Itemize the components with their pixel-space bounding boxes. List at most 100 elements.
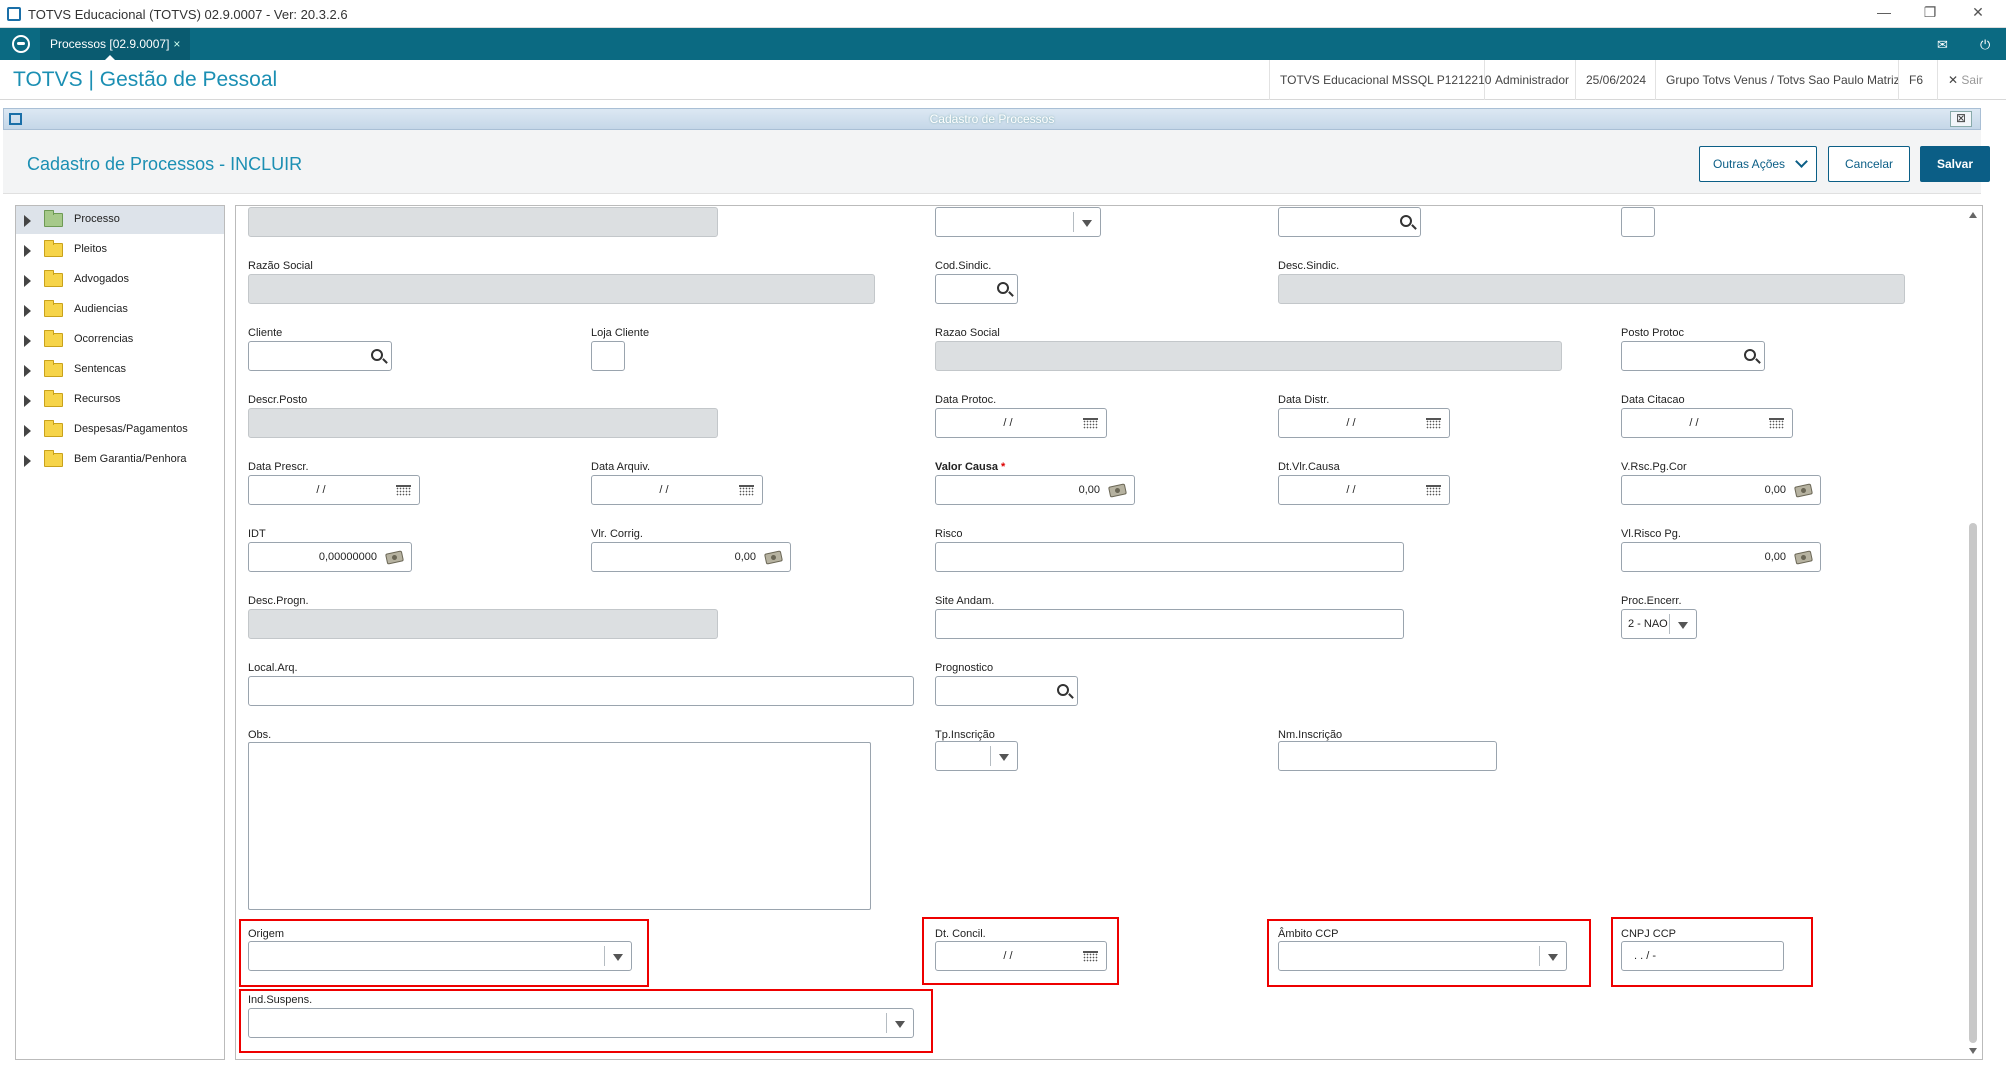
- money-icon[interactable]: [1108, 483, 1127, 498]
- search-icon[interactable]: [1744, 349, 1756, 361]
- posto-protoc-field[interactable]: [1621, 341, 1765, 371]
- vlr-corrig-field[interactable]: 0,00: [591, 542, 791, 572]
- f6-shortcut[interactable]: F6: [1898, 60, 1933, 100]
- expand-arrow-icon[interactable]: [24, 215, 31, 227]
- site-andam-field[interactable]: [935, 609, 1404, 639]
- dropdown-arrow-icon[interactable]: [895, 1021, 905, 1028]
- valor-causa-label: Valor Causa *: [935, 461, 1005, 473]
- data-prescr-field[interactable]: / /: [248, 475, 420, 505]
- money-icon[interactable]: [764, 550, 783, 565]
- cod-sindic-field[interactable]: [935, 274, 1018, 304]
- more-actions-label: Outras Ações: [1713, 157, 1786, 171]
- dropdown-arrow-icon[interactable]: [1082, 220, 1092, 227]
- expand-arrow-icon[interactable]: [24, 275, 31, 287]
- scroll-up-arrow-icon[interactable]: [1969, 212, 1977, 218]
- money-icon[interactable]: [1794, 483, 1813, 498]
- process-form-panel: Razão Social Cod.Sindic. Desc.Sindic. Cl…: [235, 205, 1983, 1060]
- expand-arrow-icon[interactable]: [24, 395, 31, 407]
- tab-close-icon[interactable]: ×: [173, 37, 180, 51]
- origem-select[interactable]: [248, 941, 632, 971]
- calendar-icon[interactable]: [1083, 951, 1098, 962]
- totvs-logo-icon[interactable]: [12, 35, 30, 53]
- ambito-ccp-select[interactable]: [1278, 941, 1567, 971]
- money-icon[interactable]: [1794, 550, 1813, 565]
- local-arq-field[interactable]: [248, 676, 914, 706]
- dropdown-arrow-icon[interactable]: [1548, 954, 1558, 961]
- tree-node-sentencas[interactable]: Sentencas: [16, 356, 224, 384]
- exit-button[interactable]: ✕ Sair: [1937, 60, 1993, 100]
- obs-textarea[interactable]: [248, 742, 871, 910]
- data-citacao-field[interactable]: / /: [1621, 408, 1793, 438]
- form-scrollbar[interactable]: [1967, 208, 1979, 1058]
- dt-vlr-causa-field[interactable]: / /: [1278, 475, 1450, 505]
- data-arquiv-field[interactable]: / /: [591, 475, 763, 505]
- dropdown-arrow-icon[interactable]: [1678, 622, 1688, 629]
- restore-button[interactable]: ❐: [1920, 4, 1940, 21]
- tree-node-ocorrencias[interactable]: Ocorrencias: [16, 326, 224, 354]
- expand-arrow-icon[interactable]: [24, 245, 31, 257]
- power-icon[interactable]: ⏻: [1980, 37, 1990, 53]
- prognostico-field[interactable]: [935, 676, 1078, 706]
- cancel-button[interactable]: Cancelar: [1828, 146, 1910, 182]
- valor-causa-field[interactable]: 0,00: [935, 475, 1135, 505]
- tree-node-bem-garantia-penhora[interactable]: Bem Garantia/Penhora: [16, 446, 224, 474]
- expand-arrow-icon[interactable]: [24, 305, 31, 317]
- tree-node-label: Recursos: [74, 393, 121, 405]
- calendar-icon[interactable]: [1769, 418, 1784, 429]
- small-field-top[interactable]: [1621, 207, 1655, 237]
- mail-icon[interactable]: ✉: [1937, 37, 1948, 53]
- data-distr-field[interactable]: / /: [1278, 408, 1450, 438]
- calendar-icon[interactable]: [739, 485, 754, 496]
- more-actions-button[interactable]: Outras Ações: [1699, 146, 1817, 182]
- calendar-icon[interactable]: [1083, 418, 1098, 429]
- app-header: TOTVS | Gestão de Pessoal TOTVS Educacio…: [0, 60, 2006, 100]
- tree-node-processo[interactable]: Processo: [16, 206, 224, 234]
- v-rsc-pg-cor-field[interactable]: 0,00: [1621, 475, 1821, 505]
- data-protoc-label: Data Protoc.: [935, 394, 997, 406]
- save-button[interactable]: Salvar: [1920, 146, 1990, 182]
- close-window-button[interactable]: ✕: [1968, 4, 1988, 21]
- tree-node-despesas-pagamentos[interactable]: Despesas/Pagamentos: [16, 416, 224, 444]
- data-distr-value: / /: [1346, 417, 1356, 429]
- select-field-top[interactable]: [935, 207, 1101, 237]
- search-icon[interactable]: [1400, 215, 1412, 227]
- cliente-field[interactable]: [248, 341, 392, 371]
- nm-inscricao-field[interactable]: [1278, 741, 1497, 771]
- desc-sindic-label: Desc.Sindic.: [1278, 260, 1340, 272]
- tab-processos[interactable]: Processos [02.9.0007] ×: [40, 28, 191, 61]
- money-icon[interactable]: [385, 550, 404, 565]
- calendar-icon[interactable]: [1426, 418, 1441, 429]
- expand-arrow-icon[interactable]: [24, 455, 31, 467]
- minimize-button[interactable]: —: [1874, 4, 1894, 20]
- search-icon[interactable]: [997, 282, 1009, 294]
- scroll-down-arrow-icon[interactable]: [1969, 1048, 1977, 1054]
- proc-encerr-select[interactable]: 2 - NAO: [1621, 609, 1697, 639]
- dialog-bar-title: Cadastro de Processos: [929, 112, 1055, 126]
- calendar-icon[interactable]: [396, 485, 411, 496]
- search-icon[interactable]: [1057, 684, 1069, 696]
- tp-inscricao-select[interactable]: [935, 741, 1018, 771]
- lookup-field-top[interactable]: [1278, 207, 1421, 237]
- tree-node-audiencias[interactable]: Audiencias: [16, 296, 224, 324]
- risco-field[interactable]: [935, 542, 1404, 572]
- tree-node-pleitos[interactable]: Pleitos: [16, 236, 224, 264]
- search-icon[interactable]: [371, 349, 383, 361]
- dropdown-arrow-icon[interactable]: [999, 754, 1009, 761]
- idt-field[interactable]: 0,00000000: [248, 542, 412, 572]
- cnpj-ccp-field[interactable]: . . / -: [1621, 941, 1784, 971]
- loja-cliente-field[interactable]: [591, 341, 625, 371]
- expand-arrow-icon[interactable]: [24, 335, 31, 347]
- company-info[interactable]: Grupo Totvs Venus / Totvs Sao Paulo Matr…: [1655, 60, 1910, 100]
- scrollbar-thumb[interactable]: [1969, 523, 1977, 1043]
- tree-node-recursos[interactable]: Recursos: [16, 386, 224, 414]
- ind-suspens-select[interactable]: [248, 1008, 914, 1038]
- dt-concil-field[interactable]: / /: [935, 941, 1107, 971]
- tree-node-advogados[interactable]: Advogados: [16, 266, 224, 294]
- dropdown-arrow-icon[interactable]: [613, 954, 623, 961]
- calendar-icon[interactable]: [1426, 485, 1441, 496]
- expand-arrow-icon[interactable]: [24, 425, 31, 437]
- expand-arrow-icon[interactable]: [24, 365, 31, 377]
- vl-risco-pg-field[interactable]: 0,00: [1621, 542, 1821, 572]
- data-protoc-field[interactable]: / /: [935, 408, 1107, 438]
- dialog-close-button[interactable]: ⊠: [1950, 111, 1972, 127]
